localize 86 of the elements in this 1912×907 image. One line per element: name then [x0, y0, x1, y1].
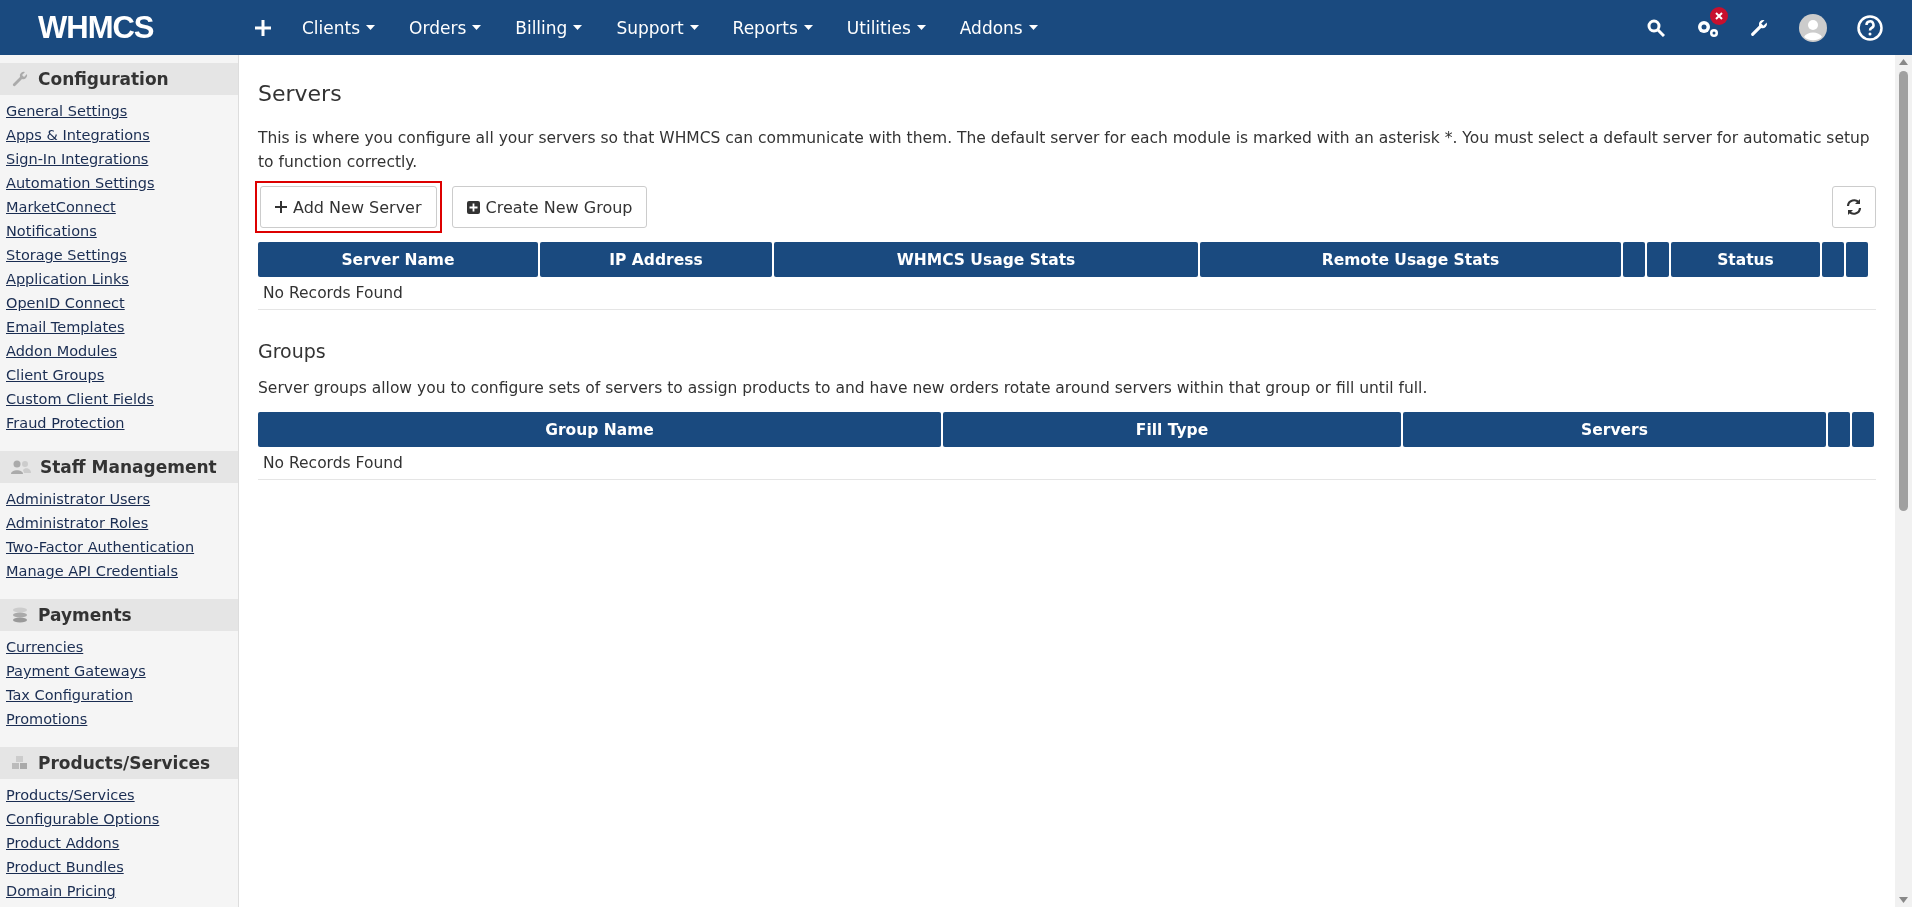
caret-icon [689, 25, 699, 30]
column-header[interactable]: Group Name [258, 412, 941, 447]
sidebar-link[interactable]: Storage Settings [0, 243, 238, 267]
toolbar-button[interactable]: Add New Server [260, 186, 437, 228]
help-icon[interactable] [1857, 14, 1883, 41]
section-title: Configuration [38, 69, 169, 89]
section-title: Groups [258, 340, 327, 362]
logo[interactable]: WHMCS [0, 9, 231, 46]
section-title: Staff Management [40, 457, 217, 477]
refresh-button[interactable] [1832, 186, 1876, 228]
column-header [1822, 242, 1844, 277]
plus-icon[interactable] [255, 19, 271, 36]
sidebar-link[interactable]: Product Bundles [0, 855, 238, 879]
section-title: Payments [38, 605, 132, 625]
column-header [1828, 412, 1850, 447]
caret-icon [1028, 25, 1038, 30]
sidebar-link[interactable]: Configurable Options [0, 807, 238, 831]
caret-icon [916, 25, 926, 30]
sidebar-link[interactable]: Application Links [0, 267, 238, 291]
sidebar-link[interactable]: Custom Client Fields [0, 387, 238, 411]
scrollbar[interactable] [1895, 55, 1912, 907]
refresh-icon [1845, 198, 1863, 216]
sidebar-link[interactable]: Manage API Credentials [0, 559, 238, 583]
column-header [1852, 412, 1874, 447]
page-description: This is where you configure all your servers so that WHMCS can communicate with them. The default server for each module is marked with an asterisk *. You must select a default server for automatic setup to function correctly. [258, 128, 1871, 173]
avatar-icon[interactable] [1799, 13, 1827, 42]
caret-icon [366, 25, 376, 30]
sidebar-link[interactable]: Domain Pricing [0, 879, 238, 903]
column-header[interactable]: Status [1671, 242, 1820, 277]
sidebar-link[interactable]: Apps & Integrations [0, 123, 238, 147]
scroll-up-icon[interactable] [1899, 59, 1908, 65]
column-header [1846, 242, 1868, 277]
column-header[interactable]: Servers [1403, 412, 1826, 447]
nav-menu[interactable]: Utilities [829, 17, 943, 38]
search-icon[interactable] [1647, 18, 1665, 37]
column-header [1647, 242, 1669, 277]
sidebar-link[interactable]: Product Addons [0, 831, 238, 855]
toolbar-button[interactable]: Create New Group [451, 186, 648, 228]
sidebar-link[interactable]: Email Templates [0, 315, 238, 339]
section-title: Products/Services [38, 753, 211, 773]
nav-menu[interactable]: Reports [715, 17, 830, 38]
caret-icon [573, 25, 583, 30]
sidebar-link[interactable]: Administrator Roles [0, 511, 238, 535]
column-header[interactable]: Fill Type [943, 412, 1401, 447]
nav-menu[interactable]: Orders [392, 17, 499, 38]
sidebar-link[interactable]: OpenID Connect [0, 291, 238, 315]
sidebar-link[interactable]: Payment Gateways [0, 659, 238, 683]
sidebar-link[interactable]: General Settings [0, 99, 238, 123]
plus-icon [275, 201, 287, 213]
caret-icon [803, 25, 813, 30]
column-header[interactable]: WHMCS Usage Stats [774, 242, 1198, 277]
sidebar-link[interactable]: Tax Configuration [0, 683, 238, 707]
nav-menu[interactable]: Billing [498, 17, 600, 38]
sidebar-link[interactable]: Promotions [0, 707, 238, 731]
sidebar-link[interactable]: Automation Settings [0, 171, 238, 195]
sidebar-link[interactable]: Fraud Protection [0, 411, 238, 435]
nav-menu[interactable]: Addons [942, 17, 1055, 38]
section-description: Server groups allow you to configure sets of servers to assign products to and have new orders rotate around servers within that group or fill until full. [258, 378, 1429, 399]
column-header[interactable]: Server Name [258, 242, 538, 277]
sidebar-link[interactable]: Client Groups [0, 363, 238, 387]
plus-square-icon [466, 200, 480, 214]
sidebar-link[interactable]: Notifications [0, 219, 238, 243]
empty-message: No Records Found [258, 277, 1876, 310]
page-title: Servers [258, 81, 343, 106]
sidebar-link[interactable]: Addon Modules [0, 339, 238, 363]
sidebar-link[interactable]: Sign-In Integrations [0, 147, 238, 171]
empty-message: No Records Found [258, 447, 1876, 480]
error-badge-icon [1710, 6, 1728, 25]
sidebar-link[interactable]: MarketConnect [0, 195, 238, 219]
scroll-down-icon[interactable] [1899, 897, 1908, 903]
scrollbar-thumb[interactable] [1899, 71, 1908, 511]
wrench-icon [11, 70, 29, 88]
sidebar-link[interactable]: Administrator Users [0, 487, 238, 511]
cubes-icon [11, 755, 29, 771]
sidebar-link[interactable]: Two-Factor Authentication [0, 535, 238, 559]
caret-icon [472, 25, 482, 30]
sidebar-link[interactable]: Products/Services [0, 783, 238, 807]
column-header[interactable]: IP Address [540, 242, 772, 277]
nav-menu[interactable]: Support [599, 17, 716, 38]
wrench-icon[interactable] [1749, 17, 1769, 38]
coins-icon [11, 606, 29, 624]
sidebar-link[interactable]: Currencies [0, 635, 238, 659]
column-header[interactable]: Remote Usage Stats [1200, 242, 1621, 277]
users-icon [11, 459, 31, 475]
column-header [1623, 242, 1645, 277]
nav-menu[interactable]: Clients [285, 17, 393, 38]
